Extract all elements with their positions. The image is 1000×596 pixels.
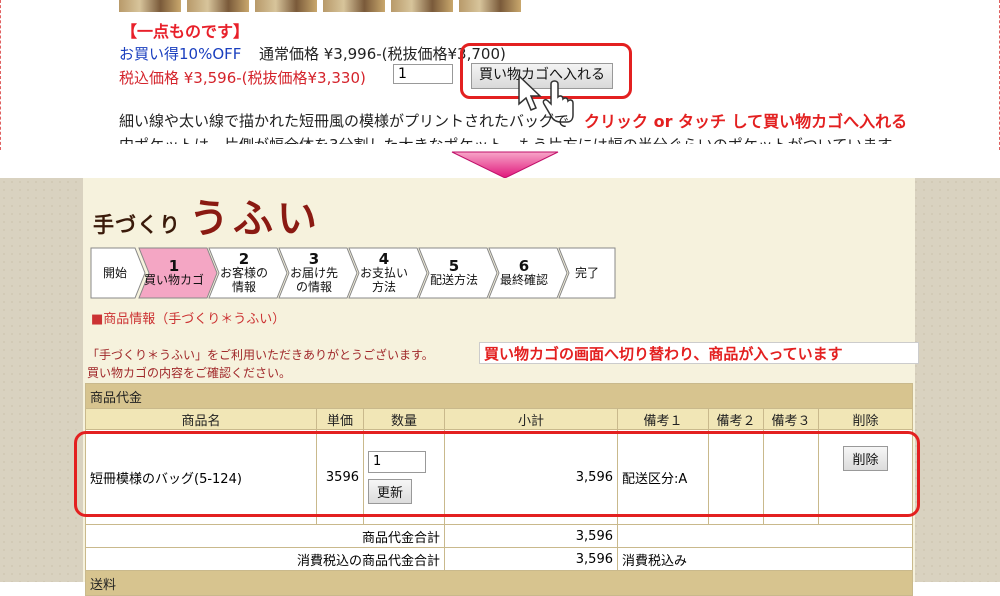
tax-total-note: 消費税込み [617,547,913,571]
header-unit-price: 単価 [316,408,364,430]
total-row: 商品代金合計 3,596 [85,524,913,548]
thumbnail[interactable] [255,0,317,12]
thumbnail[interactable] [459,0,521,12]
logo-text-tezukuri: 手づくり [93,213,181,237]
step-customer-info: 2 お客様の 情報 [207,246,288,300]
step-label: 完了 [574,266,599,280]
step-delivery-info: 3 お届け先 の情報 [277,246,358,300]
tax-total-label: 消費税込の商品代金合計 [85,547,445,571]
header-note2: 備考２ [708,408,764,430]
cart-item-highlight [74,431,920,517]
step-complete: 完了 [557,246,617,300]
site-logo[interactable]: 手づくり うふい [93,186,321,244]
step-number: 5 [448,257,460,275]
step-label: お客様の 情報 [219,266,268,294]
step-number: 1 [168,257,180,275]
cart-section-title: 商品代金 [85,383,913,409]
cart-page-background: 手づくり うふい 開始 1 買い物カゴ 2 お客様の 情報 3 お届け先 の情報 [0,178,1000,596]
click-instruction: クリック or タッチ して買い物カゴへ入れる [584,112,908,131]
cart-section-header: 商品代金 [85,383,913,409]
tax-total-row: 消費税込の商品代金合計 3,596 消費税込み [85,547,913,571]
step-confirm: 6 最終確認 [487,246,568,300]
step-label: 最終確認 [499,273,548,287]
product-thumbnails[interactable] [119,0,521,12]
section-title: ■商品情報（手づくり＊うふい） [91,308,285,327]
shipping-section-header: 送料 [85,570,913,596]
thumbnail[interactable] [323,0,385,12]
total-label: 商品代金合計 [85,524,445,548]
header-quantity: 数量 [363,408,445,430]
step-number: 6 [518,257,530,275]
discount-label: お買い得10%OFF [119,45,242,63]
step-cart: 1 買い物カゴ [137,246,218,300]
cart-page: 手づくり うふい 開始 1 買い物カゴ 2 お客様の 情報 3 お届け先 の情報 [83,178,919,596]
thumbnail[interactable] [391,0,453,12]
step-label: お支払い 方法 [359,266,408,294]
step-number: 3 [308,250,320,268]
column-headers: 商品名 単価 数量 小計 備考１ 備考２ 備考３ 削除 [85,408,913,430]
header-note1: 備考１ [617,408,709,430]
section-title-text: 商品情報（手づくり＊うふい） [103,312,286,327]
product-page-excerpt: 【一点ものです】 お買い得10%OFF 通常価格 ¥3,996-(税抜価格¥3,… [0,0,1000,150]
product-description-line-2: 内ポケットは、片側が幅全体を3分割した大きなポケット、もう片方には幅の半分ぐらい… [119,134,906,144]
tax-total-value: 3,596 [444,547,618,571]
step-shipping: 5 配送方法 [417,246,498,300]
header-product-name: 商品名 [85,408,317,430]
quantity-input[interactable]: 1 [393,64,453,84]
checkout-steps: 開始 1 買い物カゴ 2 お客様の 情報 3 お届け先 の情報 4 お支払い 方… [89,246,617,300]
confirm-message: 買い物カゴの内容をご確認ください。 [87,366,292,380]
step-label: 買い物カゴ [143,273,204,287]
total-value: 3,596 [444,524,618,548]
square-bullet-icon: ■ [91,312,104,327]
thumbnail[interactable] [187,0,249,12]
header-delete: 削除 [818,408,913,430]
shipping-section-title: 送料 [85,570,913,596]
step-label: お届け先 の情報 [289,266,338,294]
tax-included-price: 税込価格 ¥3,596-(税抜価格¥3,330) [119,69,366,87]
one-of-a-kind-label: 【一点ものです】 [121,22,250,41]
logo-text-ufui: うふい [189,195,321,242]
thanks-message: 「手づくり＊うふい」をご利用いただきありがとうございます。 [87,348,434,362]
step-number: 2 [238,250,250,268]
header-subtotal: 小計 [444,408,618,430]
product-description: 細い線や太い線で描かれた短冊風の模様がプリントされたバッグで [119,112,570,130]
step-payment: 4 お支払い 方法 [347,246,428,300]
step-label: 開始 [102,266,127,280]
step-start: 開始 [89,246,146,300]
step-number: 4 [378,250,390,268]
header-note3: 備考３ [763,408,819,430]
total-note [617,524,913,548]
thumbnail[interactable] [119,0,181,12]
annotation-note: 買い物カゴの画面へ切り替わり、商品が入っています [479,342,919,364]
step-label: 配送方法 [429,273,478,287]
